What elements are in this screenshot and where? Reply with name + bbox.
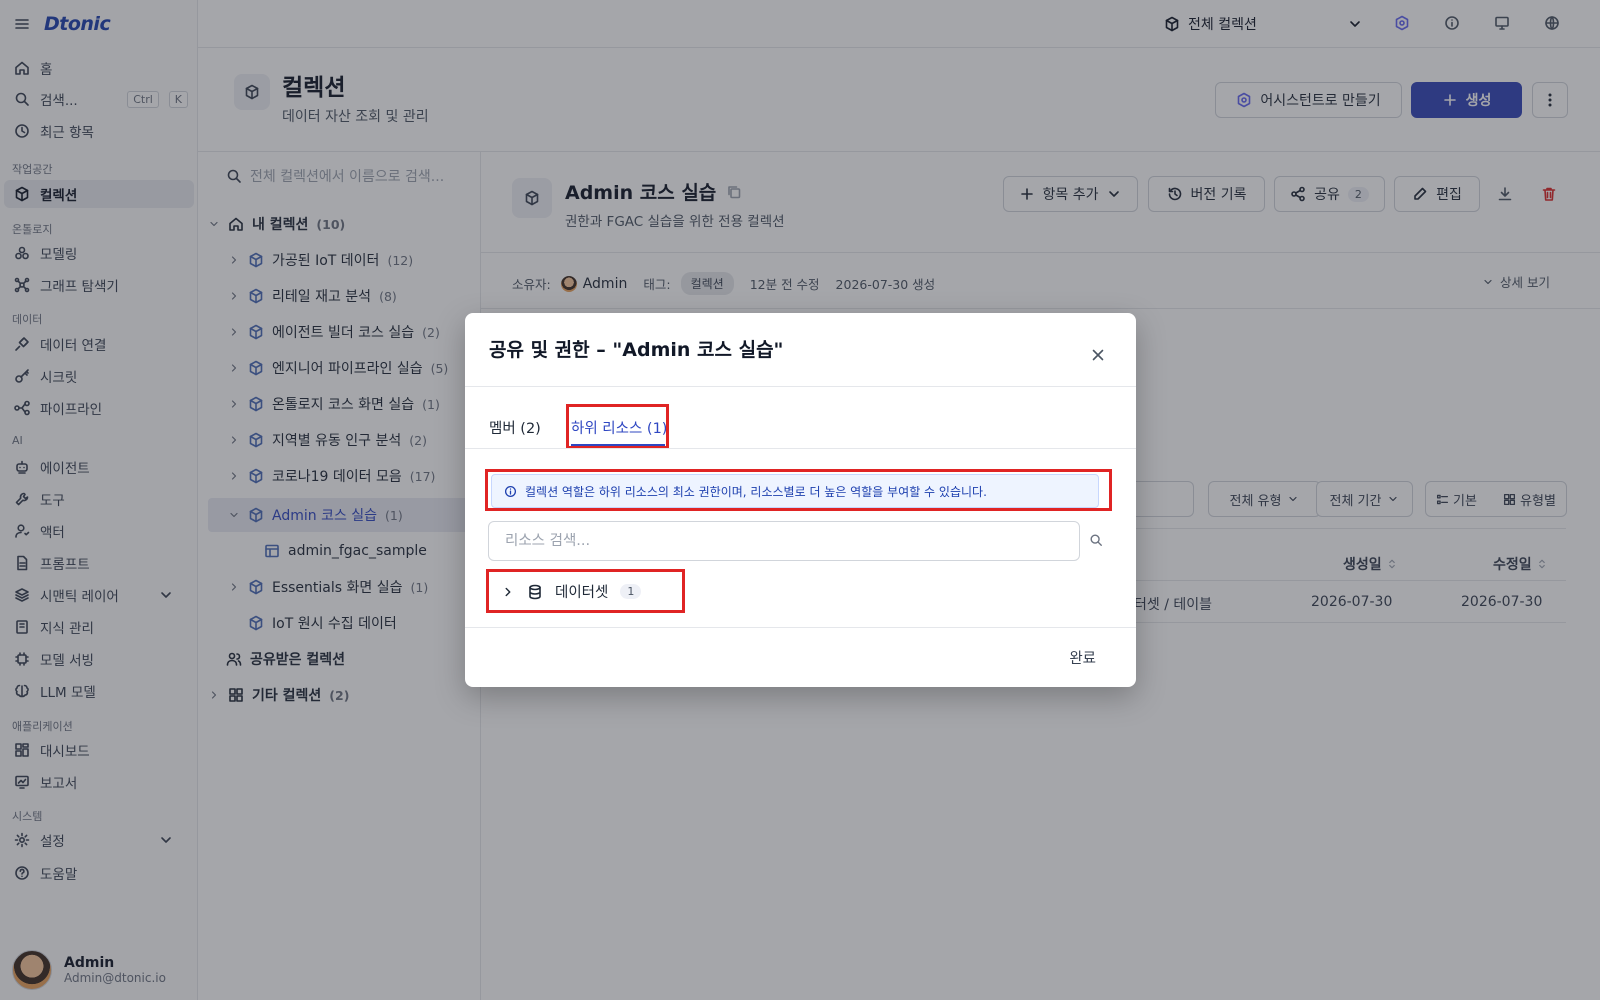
search-icon[interactable] xyxy=(1089,533,1103,547)
resource-search-field[interactable] xyxy=(488,521,1080,561)
highlight-box xyxy=(486,569,685,613)
active-tab-indicator xyxy=(571,444,665,446)
share-permissions-dialog: 공유 및 권한 – "Admin 코스 실습" 멤버 (2) 하위 리소스 (1… xyxy=(465,313,1136,687)
highlight-box xyxy=(485,469,1112,511)
highlight-box xyxy=(566,404,669,449)
resource-search-input[interactable] xyxy=(505,533,1079,549)
divider xyxy=(465,627,1136,628)
divider xyxy=(465,448,1136,449)
close-icon[interactable] xyxy=(1090,347,1106,363)
dialog-title: 공유 및 권한 – "Admin 코스 실습" xyxy=(489,339,784,361)
divider xyxy=(465,386,1136,387)
done-button[interactable]: 완료 xyxy=(1069,647,1096,668)
tab-members[interactable]: 멤버 (2) xyxy=(489,417,541,438)
